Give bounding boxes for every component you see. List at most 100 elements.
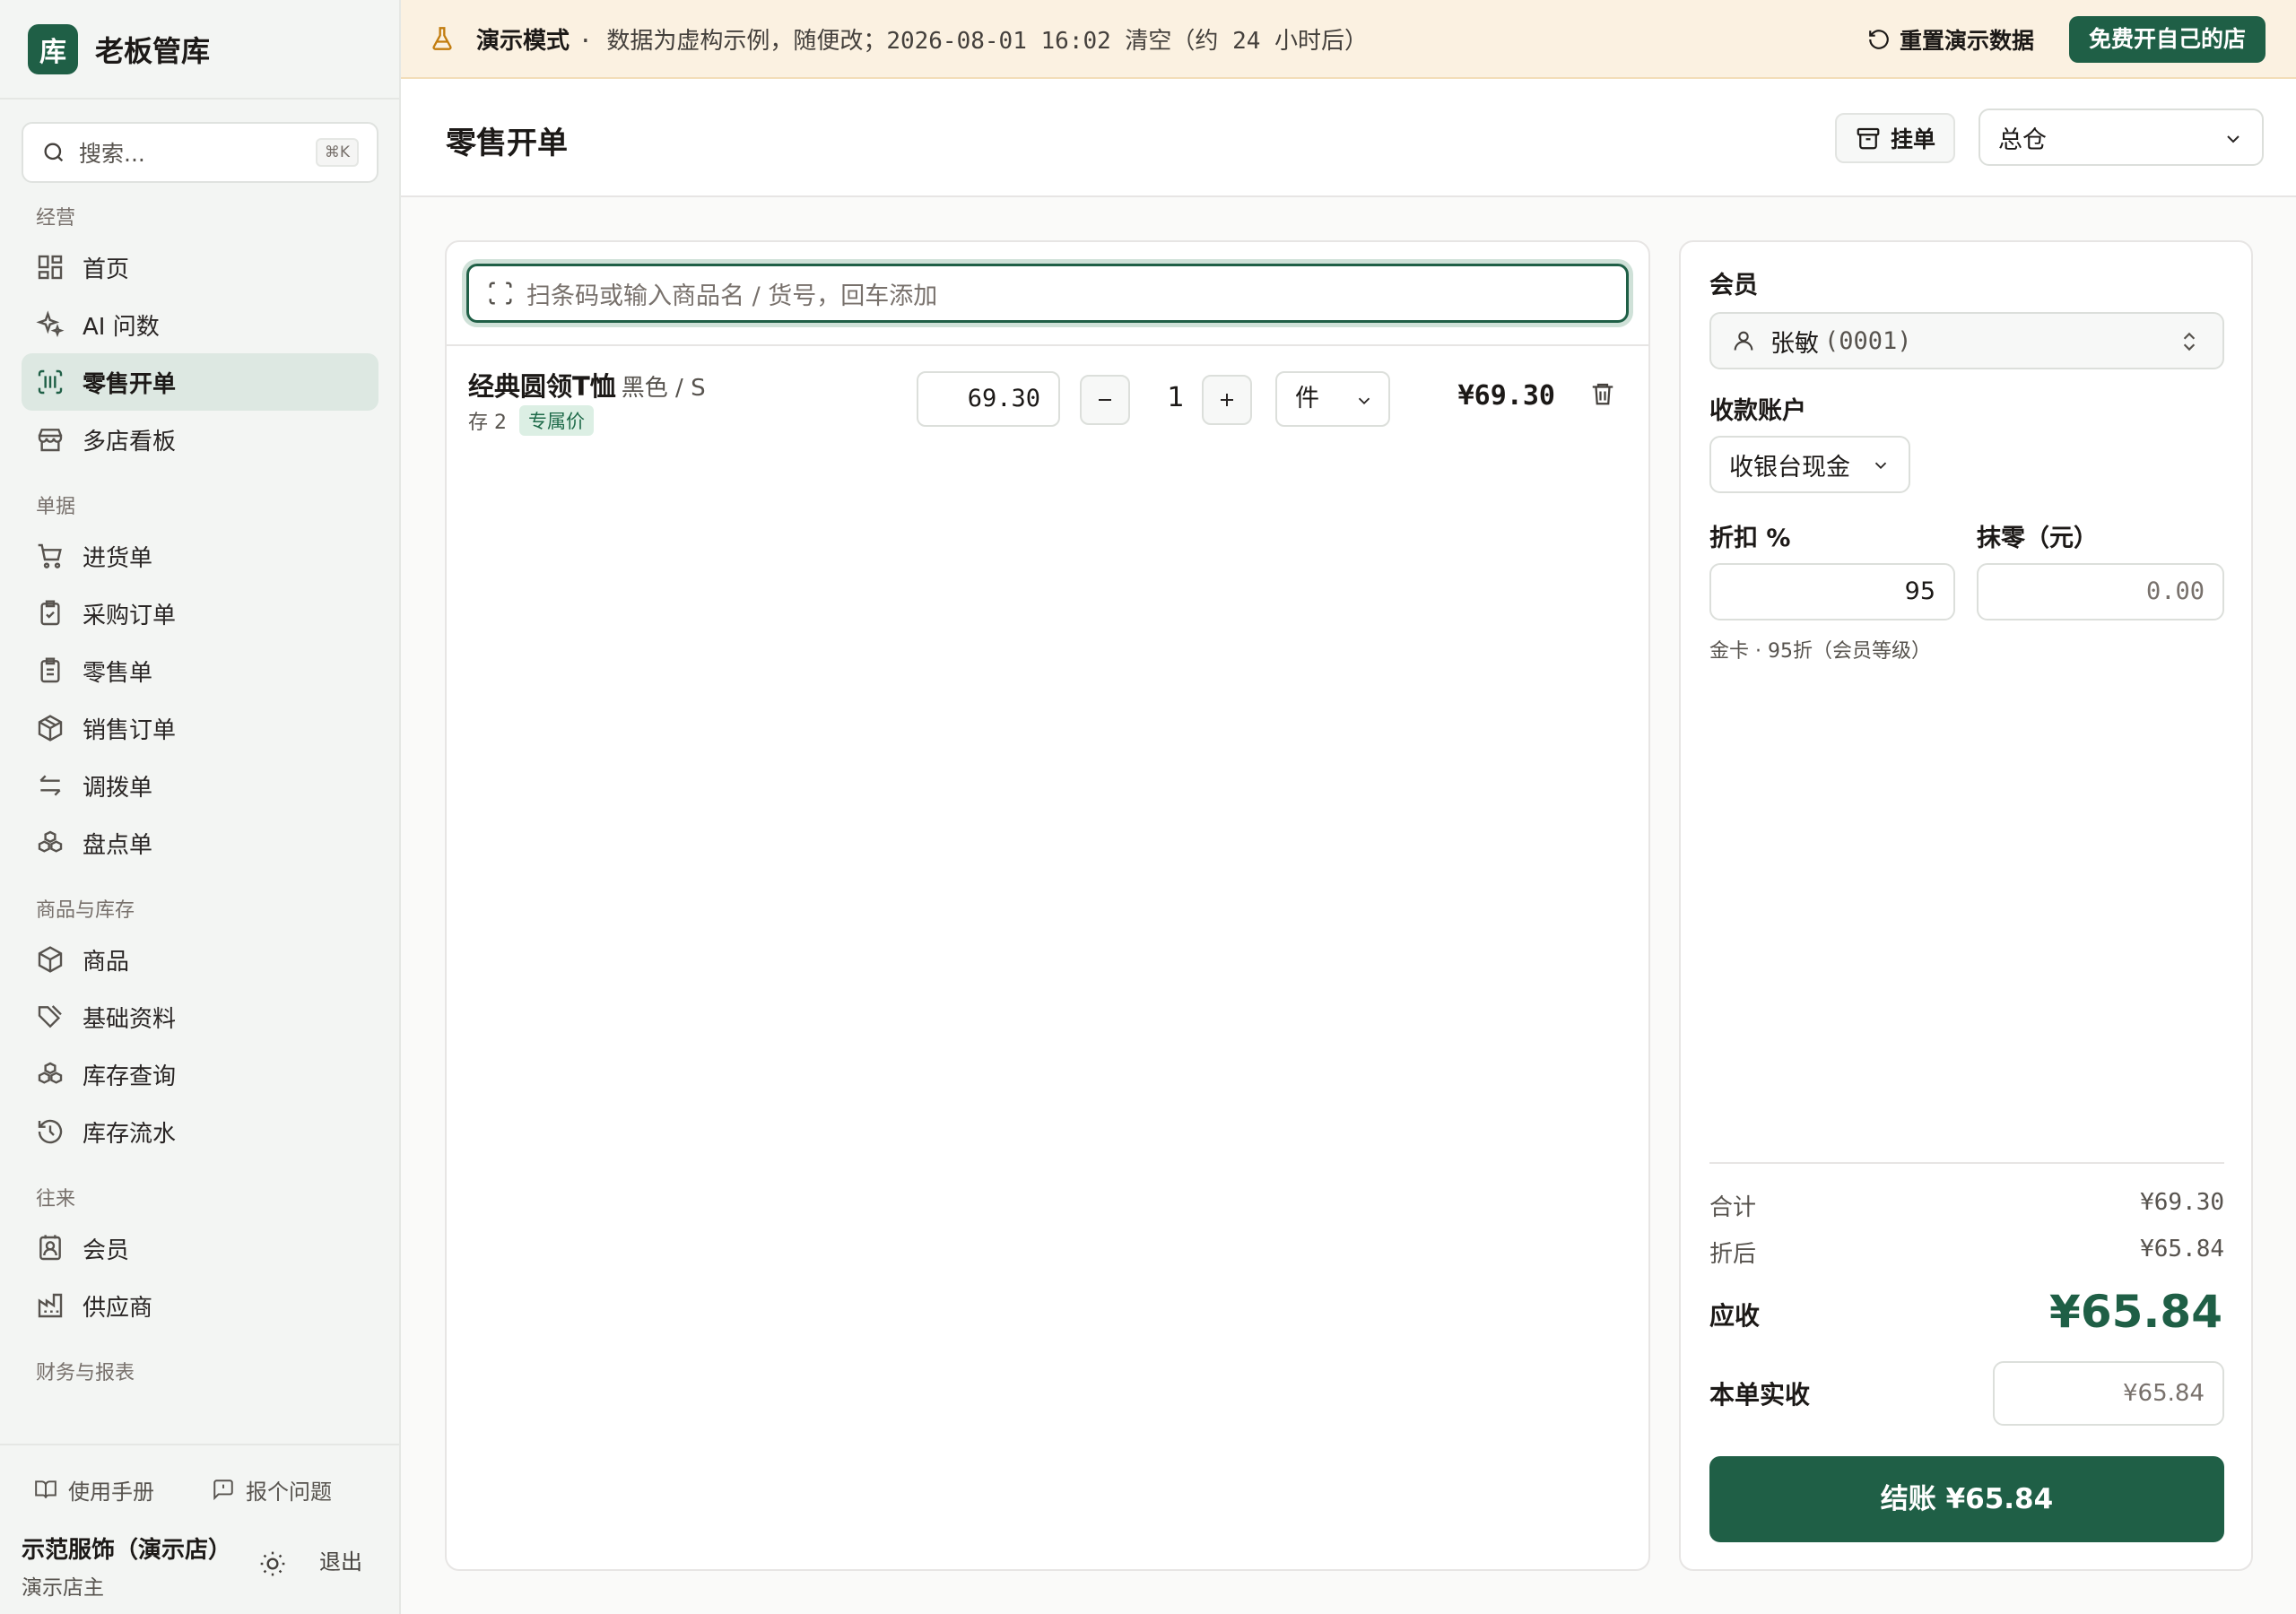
amount-paid-input[interactable]: ¥65.84: [1993, 1361, 2224, 1426]
nav-item-label: 会员: [83, 1237, 130, 1264]
unit-select[interactable]: 件: [1275, 371, 1390, 427]
logout-button[interactable]: 退出: [319, 1544, 362, 1575]
scan-barcode-icon: [38, 369, 63, 395]
nav-section-title: 经营: [36, 207, 76, 230]
nav-item-retail-order[interactable]: 零售单: [22, 642, 378, 699]
flask-icon: [432, 27, 452, 50]
nav-item-label: 零售单: [83, 659, 153, 687]
item-meta: 存 2 专属价: [468, 405, 594, 436]
clipboard-list-icon: [40, 657, 60, 683]
nav-item-products[interactable]: 商品: [22, 931, 378, 988]
nav-item-purchase-order[interactable]: 采购订单: [22, 585, 378, 642]
nav-item-label: 库存流水: [83, 1120, 177, 1148]
nav-item-stock-history[interactable]: 库存流水: [22, 1103, 378, 1160]
manual-link[interactable]: 使用手册: [34, 1474, 154, 1506]
qty-decrement-button[interactable]: [1080, 375, 1130, 425]
search-input[interactable]: 搜索... ⌘K: [22, 122, 378, 183]
chevron-down-icon: [1874, 462, 1887, 470]
nav-item-label: 基础资料: [83, 1005, 177, 1033]
nav-item-label: 盘点单: [83, 831, 153, 859]
nav-item-label: 销售订单: [83, 716, 177, 744]
total-row: 合计 ¥69.30: [1709, 1189, 2224, 1222]
nav-item-sales-order[interactable]: 销售订单: [22, 699, 378, 757]
demo-banner: 演示模式 · 数据为虚构示例，随便改；2026-08-01 16:02 清空（约…: [401, 0, 2296, 79]
nav-item-members[interactable]: 会员: [22, 1219, 378, 1277]
page-title: 零售开单: [446, 126, 568, 161]
nav-item-label: 采购订单: [83, 602, 177, 629]
unit-price-input[interactable]: 69.30: [917, 371, 1060, 427]
account-label: 收款账户: [1709, 397, 1806, 425]
demo-message: · 数据为虚构示例，随便改；2026-08-01 16:02 清空（约 24 小…: [578, 27, 1369, 55]
nav-item-label: 多店看板: [83, 428, 177, 456]
nav-item-ai[interactable]: AI 问数: [22, 296, 378, 353]
shortcut-badge: ⌘K: [315, 138, 359, 167]
after-discount-value: ¥65.84: [2140, 1236, 2224, 1263]
nav-section-title: 商品与库存: [36, 899, 135, 922]
nav-section-title: 财务与报表: [36, 1362, 135, 1384]
nav-item-transfer[interactable]: 调拨单: [22, 757, 378, 814]
warehouse-select[interactable]: 总仓: [1979, 108, 2264, 166]
boxes-icon: [38, 1062, 63, 1084]
nav-item-inventory[interactable]: 库存查询: [22, 1046, 378, 1103]
book-open-icon: [35, 1480, 57, 1498]
brand[interactable]: 库 老板管库: [0, 0, 399, 100]
dashboard-icon: [38, 255, 63, 280]
nav-item-label: 商品: [83, 948, 130, 976]
package-icon: [38, 715, 63, 742]
nav-item-label: 库存查询: [83, 1063, 177, 1090]
chevron-down-icon: [1358, 397, 1370, 405]
nav-item-master-data[interactable]: 基础资料: [22, 988, 378, 1046]
item-name-text: 经典圆领T恤: [468, 371, 616, 402]
brand-name: 老板管库: [95, 33, 211, 68]
plus-icon: [1221, 394, 1233, 406]
scan-input[interactable]: 扫条码或输入商品名 / 货号，回车添加: [466, 264, 1629, 323]
hold-order-label: 挂单: [1890, 126, 1935, 152]
nav-item-label: AI 问数: [83, 313, 160, 341]
member-select[interactable]: 张敏 (0001): [1709, 312, 2224, 369]
theme-toggle-sun-icon[interactable]: [258, 1549, 287, 1578]
factory-icon: [38, 1293, 63, 1318]
nav-item-home[interactable]: 首页: [22, 239, 378, 296]
discount-input[interactable]: 95: [1709, 563, 1955, 620]
cart-icon: [38, 543, 62, 568]
rounding-label: 抹零（元）: [1977, 525, 2098, 552]
report-issue-link[interactable]: 报个问题: [212, 1474, 332, 1506]
reset-demo-button[interactable]: 重置演示数据: [1867, 23, 2034, 56]
nav-item-suppliers[interactable]: 供应商: [22, 1277, 378, 1334]
qty-value[interactable]: 1: [1153, 382, 1198, 413]
summary-divider: [1709, 1162, 2224, 1164]
open-store-button[interactable]: 免费开自己的店: [2068, 16, 2266, 63]
nav-item-stocktake[interactable]: 盘点单: [22, 814, 378, 872]
user-card: 示范服饰（演示店） 演示店主 退出: [22, 1532, 380, 1600]
hold-order-button[interactable]: 挂单: [1834, 113, 1955, 163]
rounding-input[interactable]: 0.00: [1977, 563, 2224, 620]
contact-icon: [39, 1235, 61, 1261]
tags-icon: [38, 1005, 62, 1028]
store-icon: [38, 429, 63, 452]
rotate-ccw-icon: [1869, 30, 1889, 49]
discount-label: 折扣 %: [1709, 525, 1791, 552]
member-price-tag: 专属价: [519, 405, 594, 436]
unit-value: 件: [1295, 385, 1319, 412]
sparkles-icon: [36, 310, 65, 338]
nav-item-label: 进货单: [83, 544, 153, 572]
sidebar-footer: 使用手册 报个问题 示范服饰（演示店） 演示店主 退出: [0, 1444, 399, 1614]
nav-item-purchase[interactable]: 进货单: [22, 527, 378, 585]
after-discount-row: 折后 ¥65.84: [1709, 1236, 2224, 1269]
demo-mode-label: 演示模式: [476, 27, 570, 55]
member-code: (0001): [1824, 326, 1912, 355]
nav-item-retail-pos[interactable]: 零售开单: [22, 353, 378, 411]
nav-item-label: 供应商: [83, 1294, 153, 1322]
amount-due-label: 应收: [1709, 1301, 1761, 1331]
item-variant: 黑色 / S: [621, 375, 706, 402]
trash-icon[interactable]: [1589, 378, 1616, 409]
member-name: 张敏: [1770, 329, 1819, 358]
account-select[interactable]: 收银台现金: [1709, 436, 1910, 493]
minus-icon: [1099, 399, 1111, 401]
nav-item-multi-store[interactable]: 多店看板: [22, 411, 378, 468]
qty-increment-button[interactable]: [1202, 375, 1252, 425]
nav-section-title: 单据: [36, 496, 76, 518]
checkout-button[interactable]: 结账 ¥65.84: [1709, 1456, 2224, 1542]
amount-paid-label: 本单实收: [1709, 1380, 1811, 1410]
cart-line-item: 经典圆领T恤 黑色 / S 存 2 专属价 69.30 1 件 ¥69.30: [447, 346, 1648, 445]
